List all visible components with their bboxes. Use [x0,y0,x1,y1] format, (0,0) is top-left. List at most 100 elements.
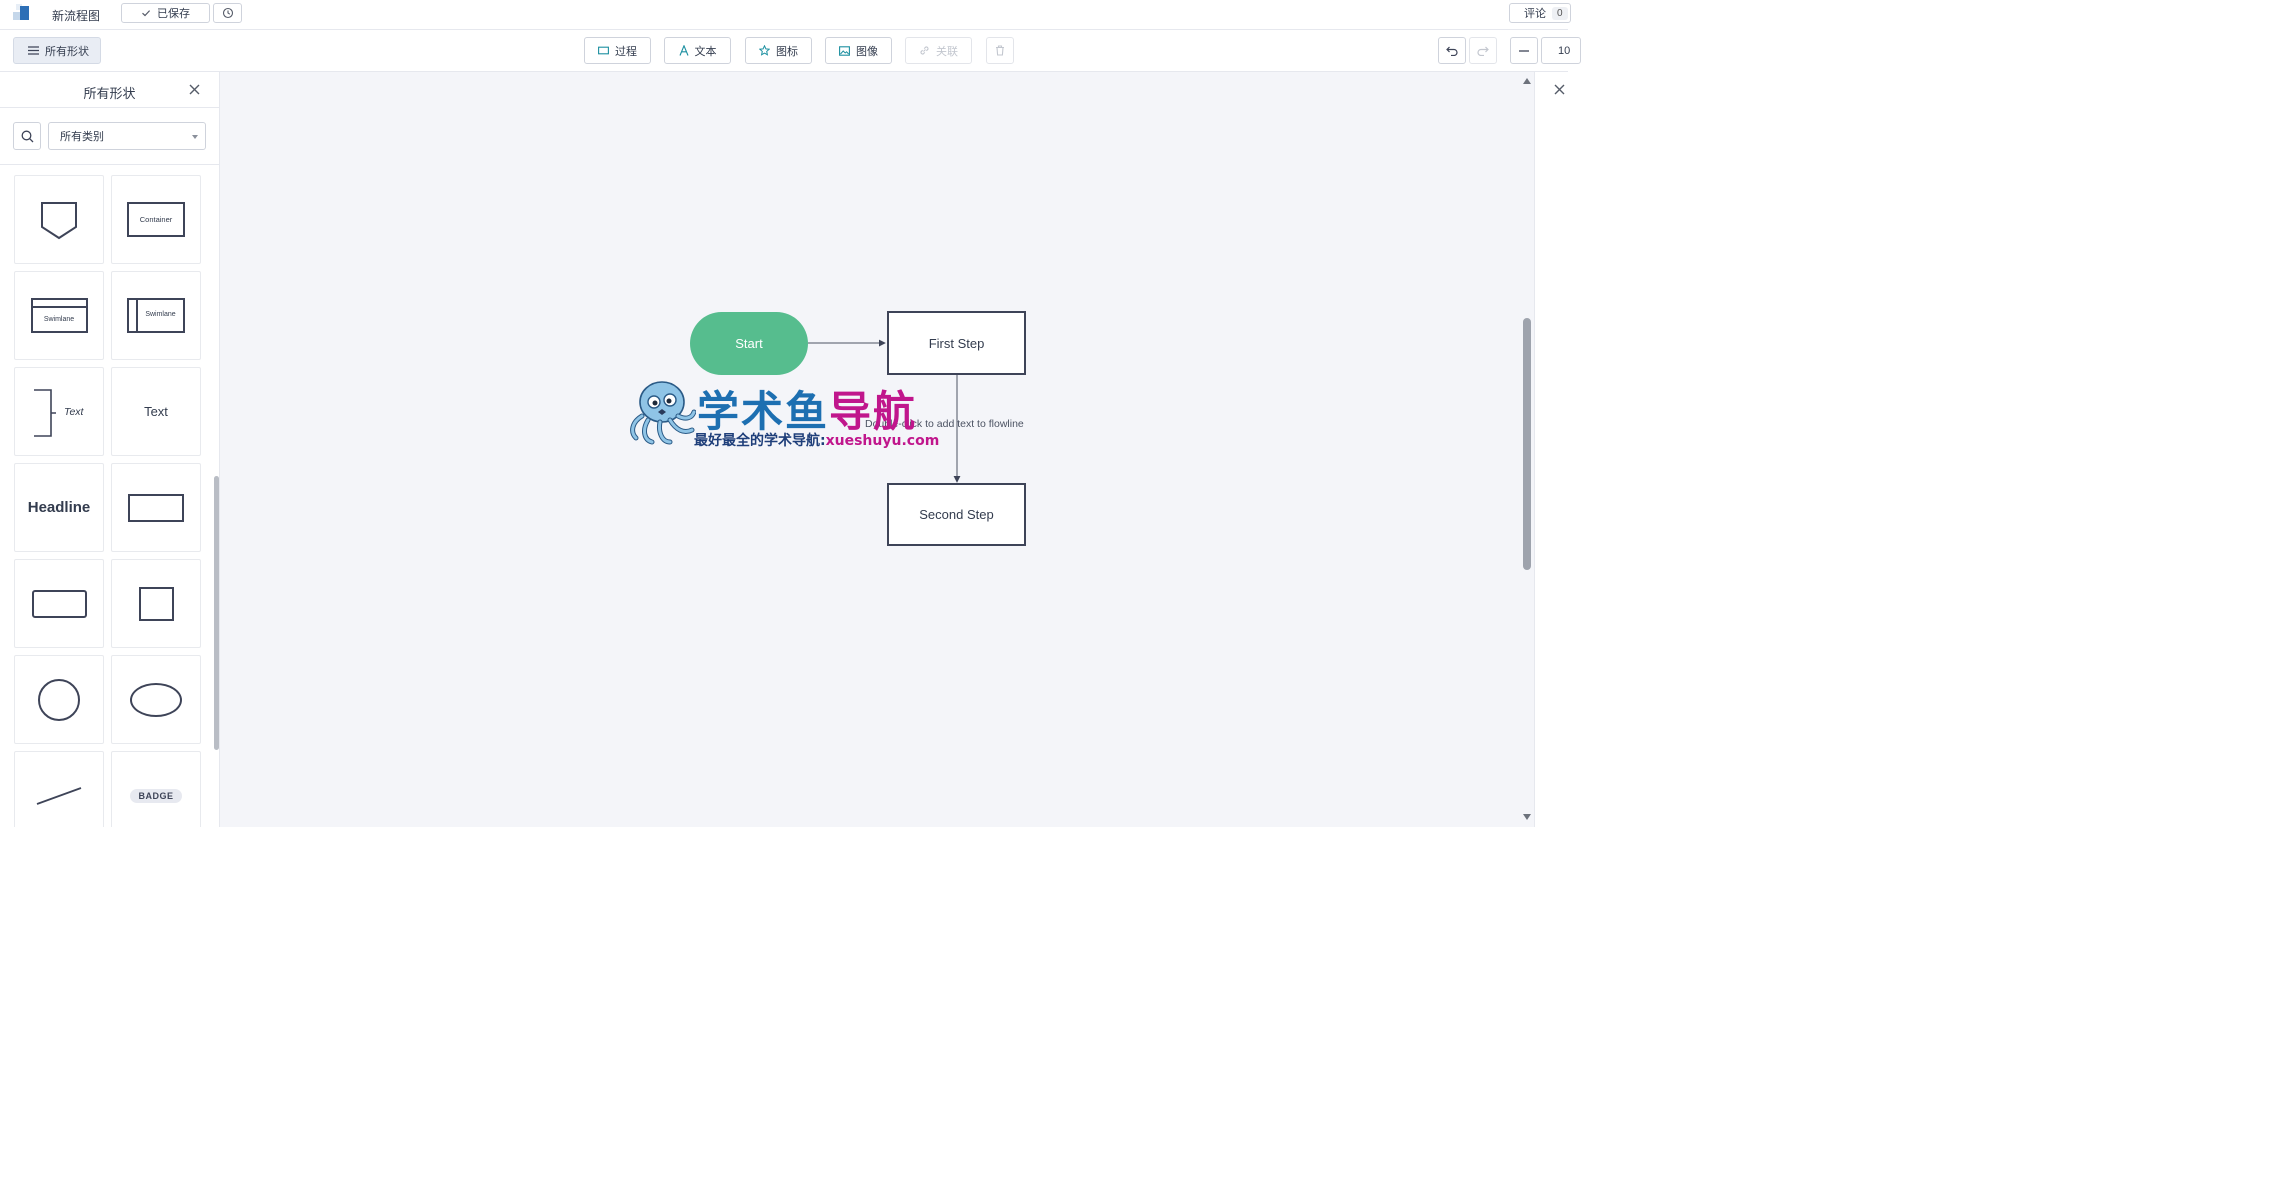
watermark-subtitle: 最好最全的学术导航:xueshuyu.com [694,430,939,450]
shape-rounded-rectangle[interactable] [14,559,104,648]
swimlane-horizontal-label: Swimlane [43,316,75,323]
start-node[interactable]: Start [690,312,808,375]
right-side-panel [1534,72,1568,827]
swimlane-horizontal-shape: Swimlane [30,298,88,333]
shape-circle[interactable] [14,655,104,744]
app-logo-icon[interactable] [13,4,33,22]
rounded-rectangle-shape [31,589,87,618]
scroll-down-arrow-icon[interactable] [1522,813,1532,821]
all-shapes-toggle-label: 所有形状 [45,45,89,58]
shape-offpage-connector[interactable] [14,175,104,264]
scroll-up-arrow-icon[interactable] [1522,77,1532,85]
image-icon [839,45,850,56]
circle-shape [38,678,80,721]
check-icon [142,10,151,17]
comments-button[interactable]: 评论 0 [1509,3,1571,23]
comments-label: 评论 [1524,8,1546,20]
close-icon[interactable] [189,84,200,95]
headline-shape-label: Headline [27,499,91,516]
text-shape-label: Text [144,404,168,419]
second-step-label: Second Step [919,507,994,522]
shape-container[interactable]: Container [111,175,201,264]
swimlane-vertical-label: Swimlane [145,311,176,318]
shape-swimlane-horizontal[interactable]: Swimlane [14,271,104,360]
undo-icon [1446,46,1458,56]
watermark-subtitle-part2: xueshuyu.com [825,433,940,449]
panel-divider [0,164,219,165]
rectangle-wide-shape [128,493,184,522]
square-shape [138,586,174,621]
history-button[interactable] [213,3,242,23]
shape-text[interactable]: Text [111,367,201,456]
shape-search-button[interactable] [13,122,41,150]
shapes-panel-header: 所有形状 [0,72,219,108]
offpage-connector-icon [41,201,77,239]
zoom-level-value: 10 [1558,44,1571,57]
star-icon [759,45,770,56]
shape-ellipse[interactable] [111,655,201,744]
saved-label: 已保存 [157,8,190,20]
menu-icon [28,46,39,55]
zoom-out-button[interactable] [1510,37,1538,64]
chevron-down-icon [192,135,198,139]
history-icon [222,7,233,19]
close-icon[interactable] [1554,84,1565,95]
document-title[interactable]: 新流程图 [52,7,100,24]
container-shape: Container [127,202,185,237]
minus-icon [1519,49,1529,52]
text-a-icon [678,45,689,56]
add-process-button[interactable]: 过程 [584,37,651,64]
watermark-title-part2: 导航 [829,387,918,436]
process-rect-icon [598,46,609,55]
container-label: Container [139,215,173,224]
all-shapes-toggle-button[interactable]: 所有形状 [13,37,101,64]
shape-annotation[interactable]: Text [14,367,104,456]
shape-line[interactable] [14,751,104,827]
add-image-label: 图像 [856,45,878,58]
category-select[interactable]: 所有类别 [48,122,206,150]
link-label: 关联 [936,45,958,58]
first-step-label: First Step [928,335,985,351]
redo-button[interactable] [1469,37,1497,64]
trash-icon [996,45,1004,56]
add-image-button[interactable]: 图像 [825,37,892,64]
add-text-button[interactable]: 文本 [664,37,731,64]
second-step-node[interactable]: Second Step [887,483,1026,546]
shapes-panel-title: 所有形状 [83,86,136,101]
zoom-level-field[interactable]: 10 [1541,37,1581,64]
start-node-label: Start [735,336,763,351]
add-text-label: 文本 [694,45,717,58]
swimlane-vertical-shape: Swimlane [127,298,185,333]
annotation-bracket-icon [34,389,56,437]
category-select-value: 所有类别 [60,131,104,143]
main-toolbar: 所有形状 过程 文本 图标 图像 关联 10 [0,30,1581,72]
shape-square[interactable] [111,559,201,648]
search-icon [21,130,33,142]
add-icon-label: 图标 [776,45,798,58]
ellipse-shape [130,682,182,717]
watermark-title-part1: 学术鱼 [697,387,830,436]
link-icon [920,46,929,55]
annotation-label: Text [64,406,84,418]
watermark-subtitle-part1: 最好最全的学术导航: [694,433,826,449]
add-icon-button[interactable]: 图标 [745,37,812,64]
shapes-panel-scrollbar[interactable] [214,476,219,750]
shape-badge[interactable]: BADGE [111,751,201,827]
add-process-label: 过程 [615,45,637,58]
top-bar: 新流程图 已保存 评论 0 [0,0,1571,30]
link-button[interactable]: 关联 [905,37,972,64]
first-step-node[interactable]: First Step [887,311,1026,375]
shape-swimlane-vertical[interactable]: Swimlane [111,271,201,360]
saved-status-button[interactable]: 已保存 [121,3,210,23]
octopus-mascot-icon [630,381,696,445]
badge-shape-label: BADGE [130,788,182,803]
shape-rectangle-wide[interactable] [111,463,201,552]
canvas-vertical-scrollbar[interactable] [1523,318,1531,570]
comment-count-badge: 0 [1552,6,1568,20]
undo-button[interactable] [1438,37,1466,64]
shape-headline[interactable]: Headline [14,463,104,552]
line-shape-icon [36,786,82,805]
redo-icon [1477,46,1489,56]
delete-button[interactable] [986,37,1014,64]
shapes-panel: 所有形状 所有类别 Container Swimlane Swimlane Te… [0,72,220,827]
